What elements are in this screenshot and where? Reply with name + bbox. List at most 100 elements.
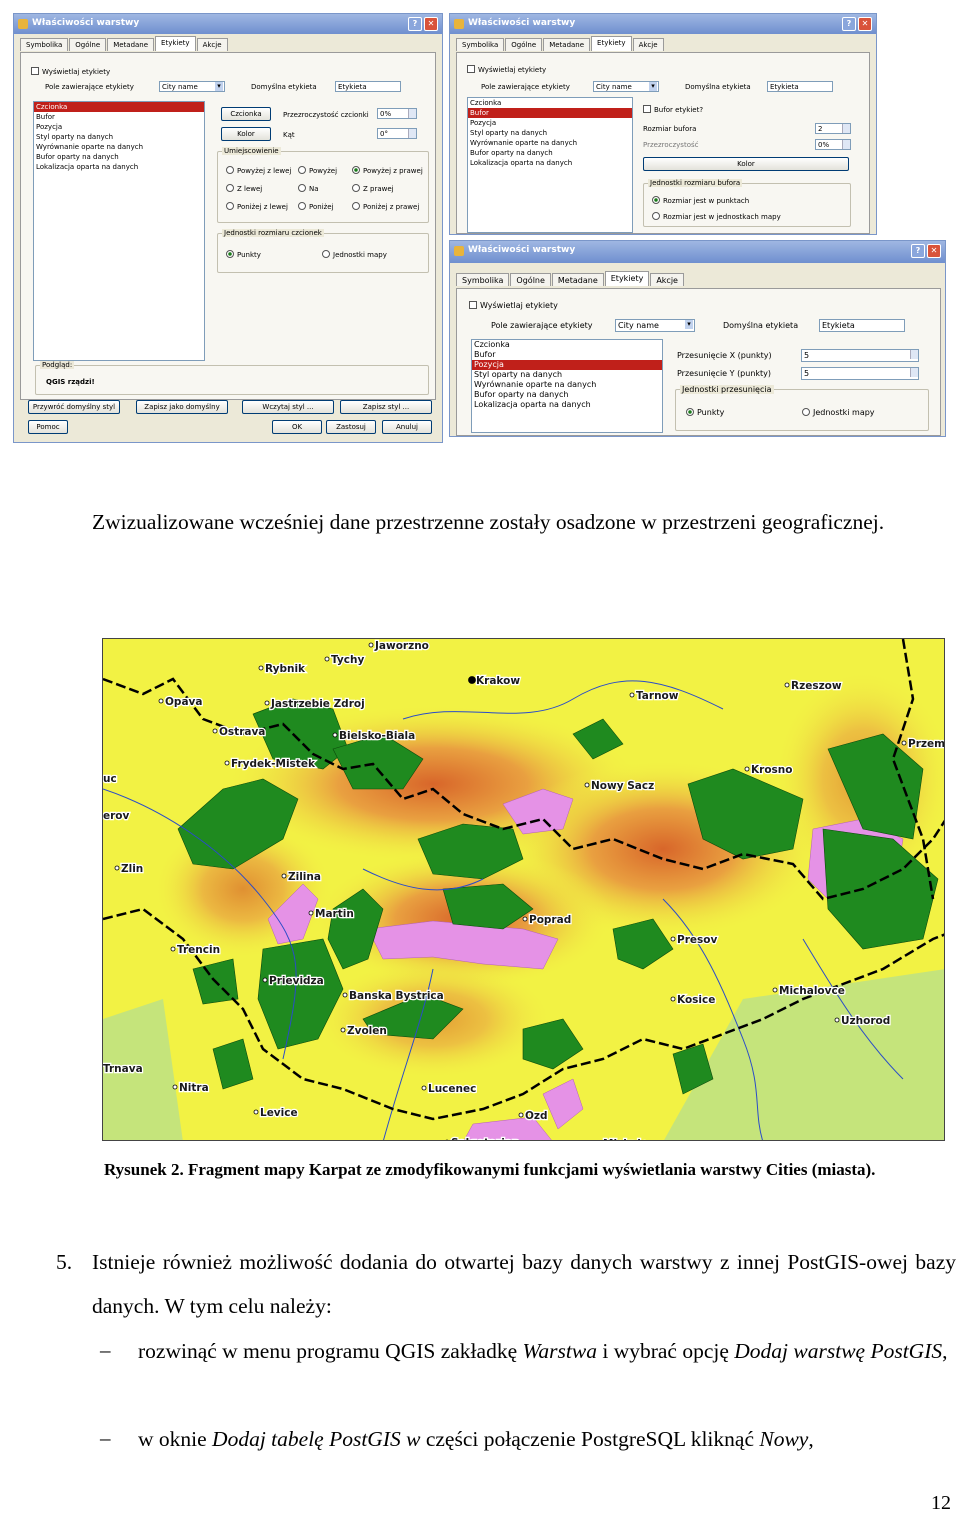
placement-right-radio[interactable]: Z prawej bbox=[352, 184, 394, 193]
preview-text: QGIS rządzi! bbox=[46, 378, 95, 386]
show-labels-checkbox[interactable]: Wyświetlaj etykiety bbox=[31, 67, 110, 76]
font-transparency-spin[interactable]: 0% bbox=[377, 108, 417, 119]
list-item[interactable]: Wyrównanie oparte na danych bbox=[34, 142, 204, 152]
tab-symbology[interactable]: Symbolika bbox=[456, 273, 510, 286]
offset-x-spin[interactable]: 5 bbox=[801, 349, 919, 362]
list-item[interactable]: Bufor bbox=[468, 108, 632, 118]
list-item[interactable]: Lokalizacja oparta na danych bbox=[468, 158, 632, 168]
show-labels-checkbox[interactable]: Wyświetlaj etykiety bbox=[467, 65, 546, 74]
close-icon[interactable]: ✕ bbox=[424, 17, 438, 31]
list-item[interactable]: Bufor oparty na danych bbox=[472, 390, 662, 400]
list-item[interactable]: Styl oparty na danych bbox=[468, 128, 632, 138]
restore-default-style-button[interactable]: Przywróć domyślny styl bbox=[28, 400, 120, 414]
list-item[interactable]: Pozycja bbox=[468, 118, 632, 128]
carpathians-map: Rybnik Tychy Jaworzno Krakow Tarnow Rzeszow Op… bbox=[102, 638, 945, 1141]
tab-general[interactable]: Ogólne bbox=[510, 273, 551, 286]
label-options-list[interactable]: Czcionka Bufor Pozycja Styl oparty na da… bbox=[33, 101, 205, 361]
list-item[interactable]: Bufor oparty na danych bbox=[468, 148, 632, 158]
default-label-label: Domyślna etykieta bbox=[685, 83, 751, 91]
tab-actions[interactable]: Akcje bbox=[632, 38, 664, 51]
apply-button[interactable]: Zastosuj bbox=[326, 420, 376, 434]
city-marker bbox=[518, 1112, 524, 1118]
default-label-input[interactable]: Etykieta bbox=[819, 319, 905, 332]
placement-above-right-radio[interactable]: Powyżej z prawej bbox=[352, 166, 423, 175]
save-as-default-button[interactable]: Zapisz jako domyślny bbox=[136, 400, 228, 414]
tab-symbology[interactable]: Symbolika bbox=[456, 38, 505, 51]
list-item[interactable]: Bufor oparty na danych bbox=[34, 152, 204, 162]
list-item[interactable]: Pozycja bbox=[472, 360, 662, 370]
default-label-input[interactable]: Etykieta bbox=[767, 81, 833, 92]
font-button[interactable]: Czcionka bbox=[221, 107, 271, 121]
label-options-list[interactable]: Czcionka Bufor Pozycja Styl oparty na da… bbox=[471, 339, 663, 433]
list-item[interactable]: Lokalizacja oparta na danych bbox=[34, 162, 204, 172]
tab-actions[interactable]: Akcje bbox=[650, 273, 684, 286]
bullet2-part: , bbox=[808, 1427, 814, 1451]
help-button[interactable]: Pomoc bbox=[28, 420, 68, 434]
city-marker bbox=[262, 977, 268, 983]
default-label-input[interactable]: Etykieta bbox=[335, 81, 401, 92]
buffer-units-map-radio[interactable]: Rozmiar jest w jednostkach mapy bbox=[652, 212, 781, 221]
tab-actions[interactable]: Akcje bbox=[196, 38, 228, 51]
placement-on-radio[interactable]: Na bbox=[298, 184, 319, 193]
tab-symbology[interactable]: Symbolika bbox=[20, 38, 69, 51]
list-item[interactable]: Styl oparty na danych bbox=[472, 370, 662, 380]
label-options-list[interactable]: Czcionka Bufor Pozycja Styl oparty na da… bbox=[467, 97, 633, 233]
buffer-units-points-radio[interactable]: Rozmiar jest w punktach bbox=[652, 196, 749, 205]
close-icon[interactable]: ✕ bbox=[858, 17, 872, 31]
ok-button[interactable]: OK bbox=[272, 420, 322, 434]
city-label: Nitra bbox=[179, 1082, 209, 1094]
placement-below-left-radio[interactable]: Poniżej z lewej bbox=[226, 202, 288, 211]
list-item[interactable]: Pozycja bbox=[34, 122, 204, 132]
label-field-combo[interactable]: City name bbox=[593, 81, 659, 92]
list-item[interactable]: Bufor bbox=[472, 350, 662, 360]
cancel-button[interactable]: Anuluj bbox=[382, 420, 432, 434]
list-item[interactable]: Wyrównanie oparte na danych bbox=[468, 138, 632, 148]
layer-properties-dialog-font: Właściwości warstwy ? ✕ Symbolika Ogólne… bbox=[13, 13, 443, 443]
offset-units-points-radio[interactable]: Punkty bbox=[686, 408, 724, 417]
list-item[interactable]: Wyrównanie oparte na danych bbox=[472, 380, 662, 390]
load-style-button[interactable]: Wczytaj styl ... bbox=[242, 400, 334, 414]
tab-general[interactable]: Ogólne bbox=[69, 38, 107, 51]
show-labels-checkbox[interactable]: Wyświetlaj etykiety bbox=[469, 301, 558, 310]
offset-y-spin[interactable]: 5 bbox=[801, 367, 919, 380]
tab-metadata[interactable]: Metadane bbox=[543, 38, 591, 51]
tab-metadata[interactable]: Metadane bbox=[551, 273, 604, 286]
placement-below-radio[interactable]: Poniżej bbox=[298, 202, 334, 211]
close-icon[interactable]: ✕ bbox=[927, 244, 941, 258]
font-units-map-radio[interactable]: Jednostki mapy bbox=[322, 250, 387, 259]
city-marker bbox=[784, 682, 790, 688]
font-units-group-label: Jednostki rozmiaru czcionek bbox=[222, 229, 324, 237]
angle-spin[interactable]: 0° bbox=[377, 128, 417, 139]
buffer-size-spin[interactable]: 2 bbox=[815, 123, 851, 134]
buffer-transparency-spin[interactable]: 0% bbox=[815, 139, 851, 150]
list-item[interactable]: Czcionka bbox=[472, 340, 662, 350]
font-units-points-radio[interactable]: Punkty bbox=[226, 250, 261, 259]
help-icon[interactable]: ? bbox=[911, 244, 925, 258]
list-item[interactable]: Czcionka bbox=[468, 98, 632, 108]
placement-left-radio[interactable]: Z lewej bbox=[226, 184, 262, 193]
placement-below-right-radio[interactable]: Poniżej z prawej bbox=[352, 202, 419, 211]
placement-above-left-radio[interactable]: Powyżej z lewej bbox=[226, 166, 291, 175]
preview-label: Podgląd: bbox=[40, 361, 75, 369]
list-item[interactable]: Styl oparty na danych bbox=[34, 132, 204, 142]
placement-above-radio[interactable]: Powyżej bbox=[298, 166, 337, 175]
tab-labels[interactable]: Etykiety bbox=[604, 271, 650, 286]
label-field-combo[interactable]: City name bbox=[159, 81, 225, 92]
list-item[interactable]: Bufor bbox=[34, 112, 204, 122]
list-item[interactable]: Czcionka bbox=[34, 102, 204, 112]
city-label: Zilina bbox=[288, 871, 321, 883]
tab-general[interactable]: Ogólne bbox=[505, 38, 543, 51]
tab-labels[interactable]: Etykiety bbox=[591, 36, 632, 51]
city-marker bbox=[324, 656, 330, 662]
tab-labels[interactable]: Etykiety bbox=[155, 36, 196, 51]
tab-metadata[interactable]: Metadane bbox=[107, 38, 155, 51]
buffer-color-button[interactable]: Kolor bbox=[643, 157, 849, 171]
label-field-combo[interactable]: City name bbox=[615, 319, 695, 332]
help-icon[interactable]: ? bbox=[408, 17, 422, 31]
save-style-button[interactable]: Zapisz styl ... bbox=[340, 400, 432, 414]
help-icon[interactable]: ? bbox=[842, 17, 856, 31]
list-item[interactable]: Lokalizacja oparta na danych bbox=[472, 400, 662, 410]
offset-units-map-radio[interactable]: Jednostki mapy bbox=[802, 408, 875, 417]
color-button[interactable]: Kolor bbox=[221, 127, 271, 141]
buffer-labels-checkbox[interactable]: Bufor etykiet? bbox=[643, 105, 703, 114]
